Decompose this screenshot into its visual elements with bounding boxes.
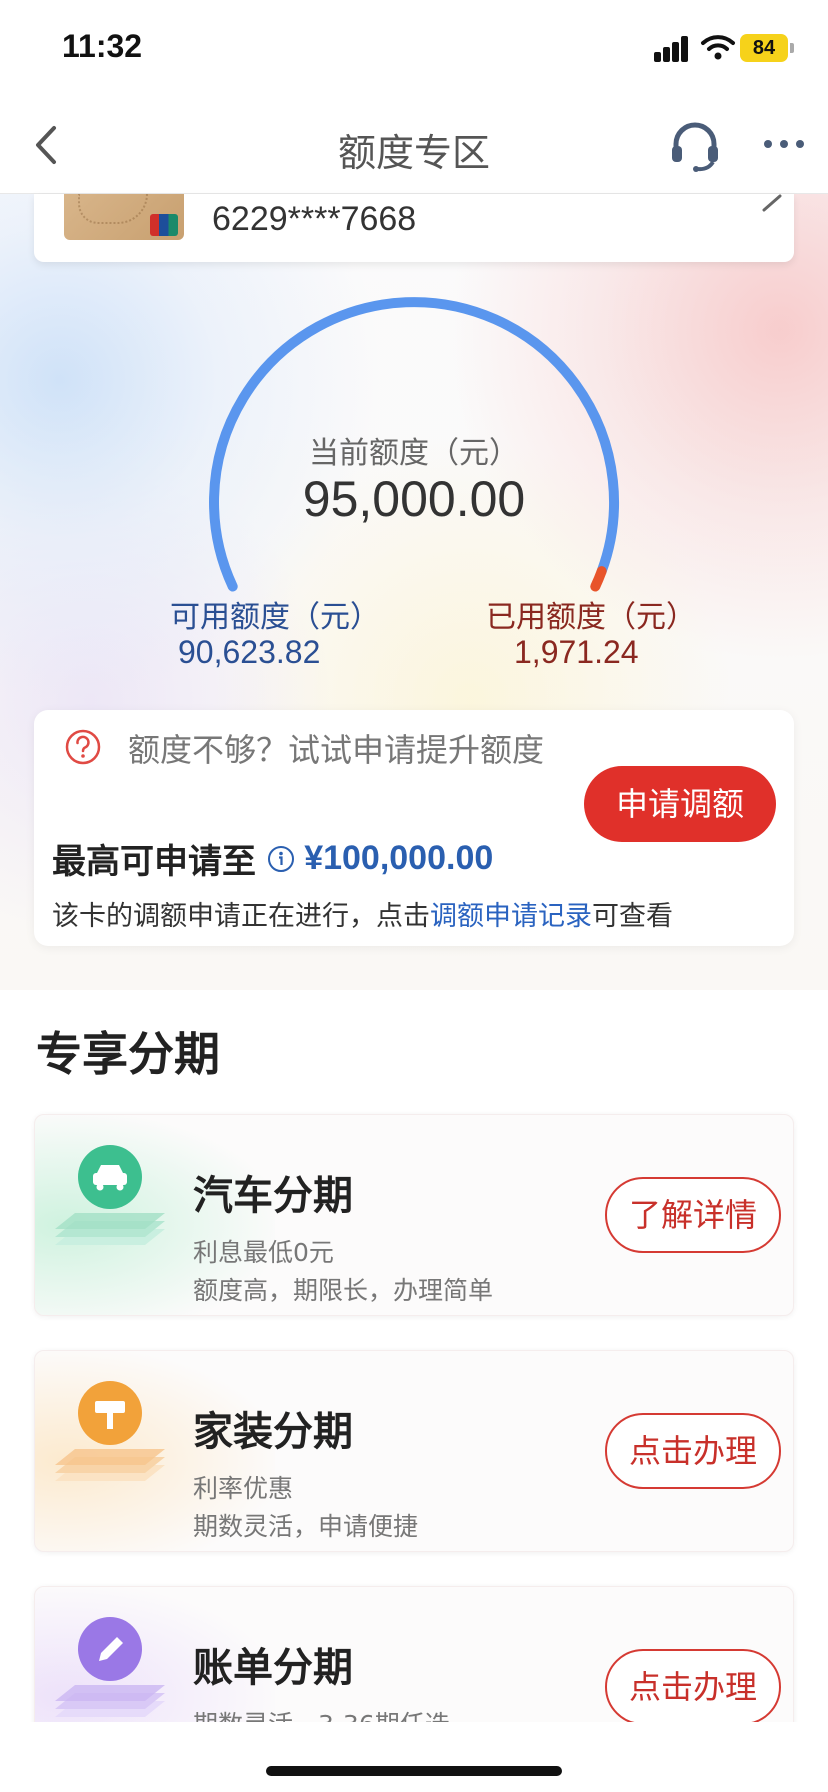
- current-limit-value: 95,000.00: [302, 471, 526, 527]
- adjust-notice: 该卡的调额申请正在进行，点击调额申请记录可查看: [52, 894, 673, 933]
- used-limit-label: 已用额度（元）: [486, 600, 696, 635]
- install-card-car[interactable]: 汽车分期 利息最低0元 额度高，期限长，办理简单 了解详情: [34, 1114, 794, 1316]
- install-subtitle: 利率优惠: [193, 1474, 294, 1503]
- battery-indicator: 84: [740, 34, 794, 62]
- selected-card[interactable]: 6229****7668: [34, 194, 794, 262]
- car-icon: [55, 1145, 165, 1245]
- paint-roller-icon: [55, 1381, 165, 1481]
- used-limit-value: 1,971.24: [514, 634, 639, 670]
- current-limit-label: 当前额度（元）: [309, 436, 519, 471]
- install-title: 账单分期: [193, 1645, 353, 1691]
- card-number: 6229****7668: [212, 200, 417, 238]
- limit-increase-card: 额度不够？试试申请提升额度 申请调额 最高可申请至 ¥100,000.00 该卡…: [34, 710, 794, 946]
- install-description: 期数灵活，申请便捷: [193, 1512, 419, 1541]
- adjust-record-link[interactable]: 调额申请记录: [430, 901, 592, 932]
- notice-prefix: 该卡的调额申请正在进行，点击: [52, 901, 430, 932]
- available-limit-value: 90,623.82: [178, 634, 321, 670]
- cellular-signal-icon: [654, 36, 696, 62]
- learn-more-button[interactable]: 了解详情: [605, 1177, 781, 1253]
- install-title: 汽车分期: [193, 1173, 353, 1219]
- status-time: 11:32: [62, 28, 143, 64]
- more-options-icon[interactable]: [760, 132, 808, 156]
- unionpay-logo: [150, 214, 178, 236]
- install-subtitle: 利息最低0元: [193, 1238, 334, 1267]
- available-limit-label: 可用额度（元）: [170, 600, 380, 635]
- increase-prompt: 额度不够？试试申请提升额度: [128, 731, 545, 769]
- credit-limit-gauge: 当前额度（元） 95,000.00: [0, 280, 828, 600]
- question-icon: [65, 729, 101, 765]
- section-title: 专享分期: [36, 1027, 220, 1081]
- info-icon[interactable]: [267, 845, 295, 873]
- chevron-right-icon: [762, 194, 782, 212]
- home-indicator-area: [0, 1722, 828, 1792]
- max-limit-row: 最高可申请至 ¥100,000.00: [52, 834, 494, 882]
- max-limit-label: 最高可申请至: [52, 842, 256, 882]
- install-description: 额度高，期限长，办理简单: [193, 1276, 494, 1305]
- customer-service-icon[interactable]: [668, 120, 722, 172]
- card-thumbnail: [64, 194, 184, 240]
- apply-now-button[interactable]: 点击办理: [605, 1649, 781, 1725]
- apply-adjust-button[interactable]: 申请调额: [584, 766, 776, 842]
- notice-suffix: 可查看: [592, 901, 673, 932]
- status-bar: 11:32 84: [0, 0, 828, 96]
- install-card-home-decor[interactable]: 家装分期 利率优惠 期数灵活，申请便捷 点击办理: [34, 1350, 794, 1552]
- apply-now-button[interactable]: 点击办理: [605, 1413, 781, 1489]
- wifi-icon: [701, 35, 735, 60]
- install-title: 家装分期: [193, 1409, 353, 1455]
- navigation-bar: 额度专区: [0, 96, 828, 194]
- home-indicator: [266, 1766, 562, 1776]
- max-limit-value: ¥100,000.00: [304, 839, 494, 877]
